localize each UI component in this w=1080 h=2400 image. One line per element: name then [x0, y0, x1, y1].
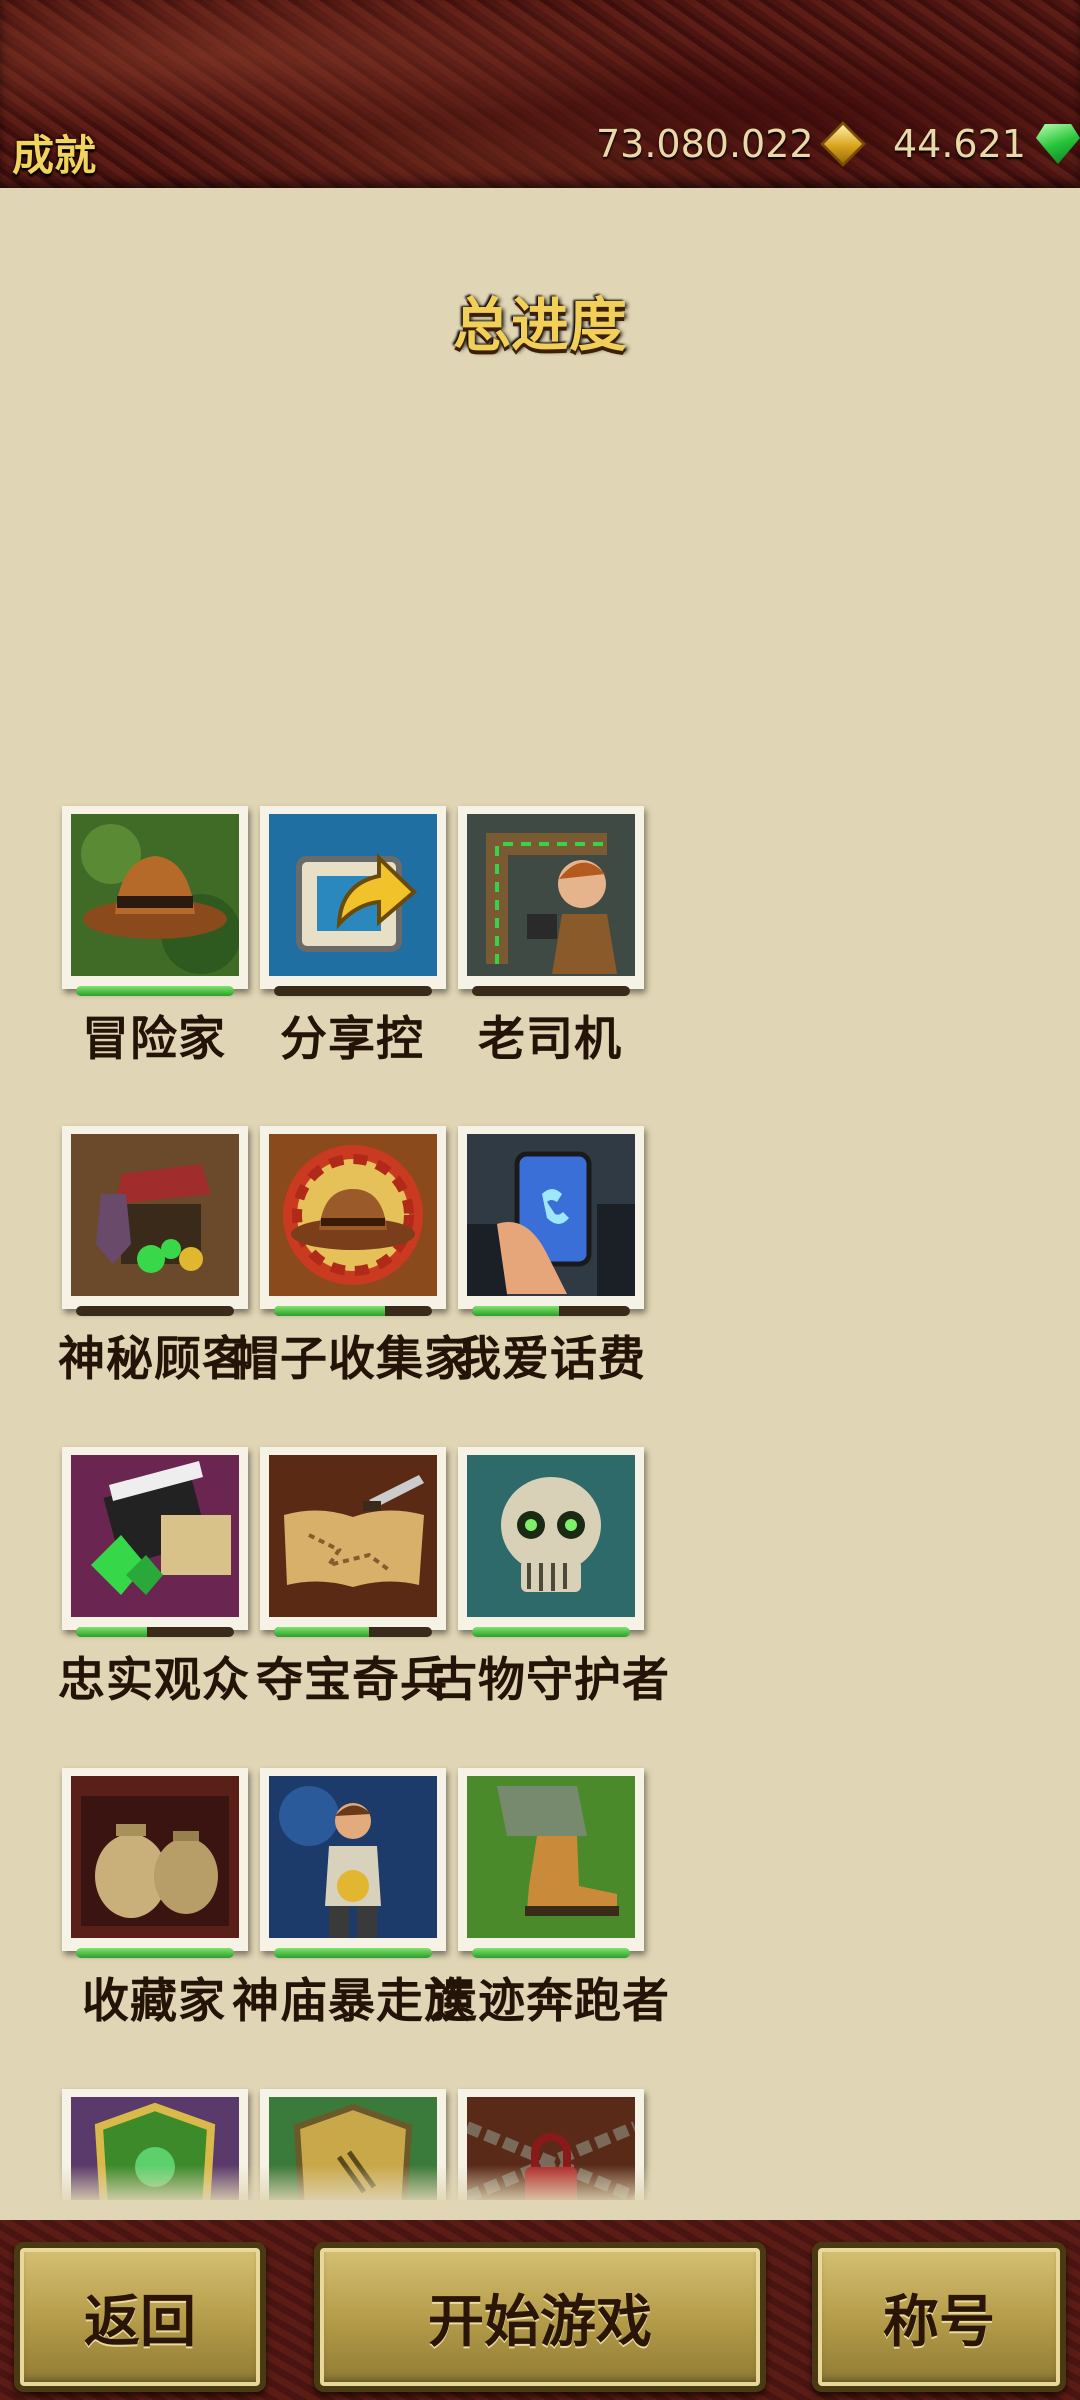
achievement-label: 我爱话费: [454, 1332, 646, 1387]
achievement-badge: [260, 1126, 446, 1309]
achievement-progress-fill: [76, 1627, 148, 1637]
achievement-badge: [458, 1126, 644, 1309]
achievement-progress-bar: [472, 1627, 630, 1637]
achievement-progress-bar: [472, 1948, 630, 1958]
fedora-hat-icon: [71, 814, 239, 976]
cowboy-hat-icon: [269, 1134, 437, 1296]
phone-in-hand-icon: [467, 1134, 635, 1296]
achievement-progress-fill: [274, 1627, 369, 1637]
achievement-badge: [458, 1768, 644, 1951]
clapperboard-gem-icon: [71, 1455, 239, 1617]
achievement-progress-bar: [472, 1306, 630, 1316]
achievement-progress-fill: [472, 1306, 559, 1316]
achievement-badge: [62, 1768, 248, 1951]
golden-urns-icon: [71, 1776, 239, 1938]
achievement-progress-bar: [76, 1306, 234, 1316]
achievement-grid: 冒险家 分享控 老司机 神秘顾客 帽子收集家 我爱话费 忠实观众 夺宝奇兵 古物守护者 收藏家 神庙…: [0, 0, 1080, 2200]
achievement-progress-fill: [274, 1306, 385, 1316]
achievement-progress-bar: [472, 986, 630, 996]
achievement-label: 老司机: [478, 1012, 622, 1067]
titles-button[interactable]: 称号: [812, 2242, 1066, 2392]
running-boot-icon: [467, 1776, 635, 1938]
achievement-badge: [62, 1126, 248, 1309]
achievement-progress-fill: [472, 1627, 630, 1637]
achievement-badge: [62, 806, 248, 989]
achievement-badge: [458, 806, 644, 989]
achievement-progress-bar: [274, 1948, 432, 1958]
treasure-shop-icon: [71, 1134, 239, 1296]
achievement-progress-bar: [76, 986, 234, 996]
achievement-progress-fill: [76, 1948, 234, 1958]
achievement-progress-bar: [274, 1627, 432, 1637]
achievement-progress-fill: [274, 1948, 432, 1958]
achievement-progress-fill: [472, 1948, 630, 1958]
achievement-progress-bar: [274, 986, 432, 996]
achievement-progress-bar: [76, 1627, 234, 1637]
achievement-badge: [458, 1447, 644, 1630]
achievement-badge: [260, 1768, 446, 1951]
start-game-button[interactable]: 开始游戏: [314, 2242, 766, 2392]
achievement-badge: [62, 1447, 248, 1630]
runner-path-icon: [467, 814, 635, 976]
back-button[interactable]: 返回: [14, 2242, 266, 2392]
scroll-fade: [0, 2165, 1080, 2205]
achievement-progress-bar: [274, 1306, 432, 1316]
explorer-running-icon: [269, 1776, 437, 1938]
skull-icon: [467, 1455, 635, 1617]
treasure-map-icon: [269, 1455, 437, 1617]
achievement-progress-bar: [76, 1948, 234, 1958]
achievement-badge: [260, 1447, 446, 1630]
achievement-badge: [260, 806, 446, 989]
share-arrow-icon: [269, 814, 437, 976]
achievement-label: 古物守护者: [430, 1653, 670, 1708]
achievement-label: 遗迹奔跑者: [430, 1974, 670, 2029]
achievement-progress-fill: [76, 986, 234, 996]
